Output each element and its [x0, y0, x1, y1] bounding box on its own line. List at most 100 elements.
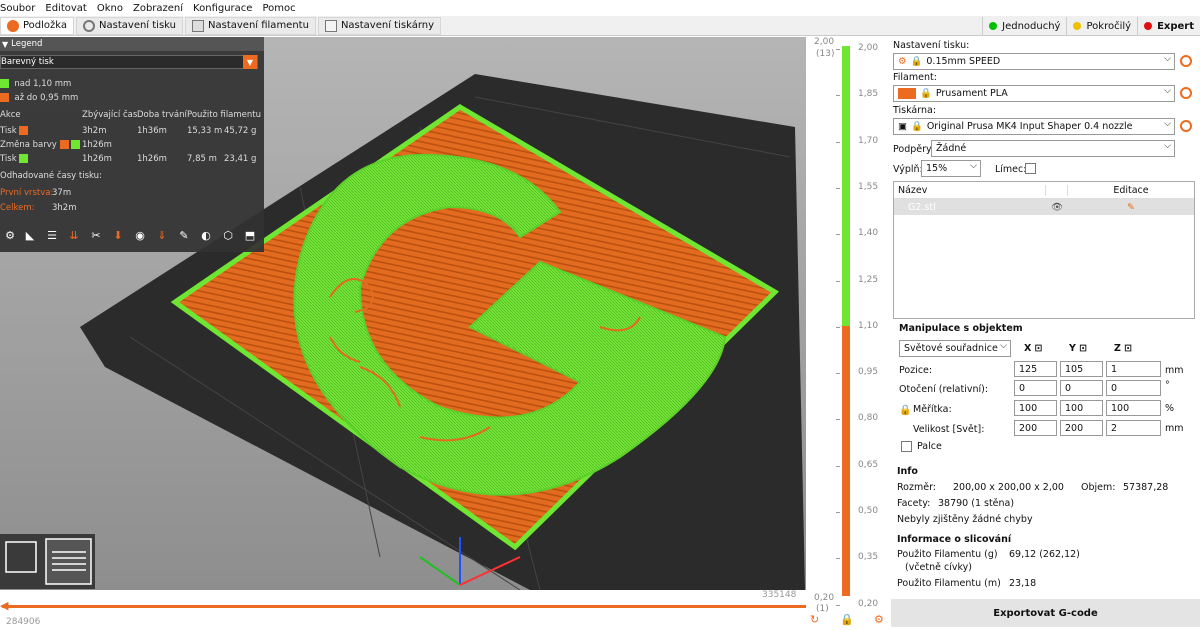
color-swatch — [0, 93, 9, 102]
tick-mark — [836, 280, 840, 282]
axis-z-label: Z ⊡ — [1114, 343, 1133, 354]
supports-select[interactable]: Žádné ⌵ — [931, 140, 1175, 157]
scale-y[interactable]: 100 — [1060, 400, 1103, 416]
tick-label: 1,25 — [858, 274, 879, 285]
tick-label: 1,70 — [858, 135, 879, 146]
size-label: Velikost [Svět]: — [913, 424, 985, 435]
infill-label: Výplň: — [893, 164, 923, 175]
col-remaining: Zbývající čas — [82, 110, 138, 120]
mode-expert[interactable]: Expert — [1137, 17, 1200, 35]
mode-dot — [989, 22, 998, 30]
plater-icon — [7, 19, 19, 32]
position-label: Pozice: — [899, 365, 933, 376]
rotation-y[interactable]: 0 — [1060, 380, 1103, 396]
export-gcode-button[interactable]: Exportovat G-code — [891, 599, 1200, 627]
scale-x[interactable]: 100 — [1014, 400, 1057, 416]
coord-system-select[interactable]: Světové souřadnice ⌵ — [899, 340, 1011, 357]
position-y[interactable]: 105 — [1060, 361, 1103, 377]
legend-header[interactable]: ▼ Legend — [0, 37, 264, 51]
position-z[interactable]: 1 — [1106, 361, 1161, 377]
chevron-down-icon: ⌵ — [1164, 119, 1171, 129]
refresh-icon[interactable]: ↻ — [810, 613, 819, 626]
first-layer-value: 37m — [52, 188, 72, 198]
brim-checkbox[interactable] — [1025, 163, 1036, 174]
vertical-slider[interactable]: 2,00 (13) 0,20 (1) 2,00 1,85 1,70 1,55 1,40 1… — [806, 37, 891, 630]
mode-advanced[interactable]: Pokročilý — [1066, 17, 1137, 35]
print-settings-label: Nastavení tisku: — [893, 40, 970, 51]
color-swatch — [0, 79, 9, 88]
print-settings-select[interactable]: ⚙ 🔒 0.15mm SPEED ⌵ — [893, 53, 1175, 70]
lock-icon[interactable]: 🔒 — [840, 613, 854, 626]
print-settings-gear-icon[interactable] — [1180, 55, 1192, 67]
tick-label: 0,80 — [858, 413, 879, 424]
color-change-icon[interactable]: ◉ — [132, 227, 148, 243]
object-row[interactable]: G2.stl 👁 ✎ — [894, 199, 1194, 215]
spool-icon — [192, 19, 204, 32]
tab-printer-settings[interactable]: Nastavení tiskárny — [317, 16, 442, 35]
gear-icon[interactable]: ⚙ — [874, 613, 884, 626]
eye-icon[interactable]: 👁 — [1046, 202, 1068, 213]
tick-label: 1,55 — [858, 181, 879, 192]
wipe-icon[interactable]: ◣ — [22, 227, 38, 243]
unit-deg: ° — [1165, 380, 1170, 391]
tool-marker-icon[interactable]: ⬒ — [242, 227, 258, 243]
top-value: 2,00 — [814, 37, 835, 47]
tab-print-settings[interactable]: Nastavení tisku — [76, 16, 183, 35]
tick-mark — [836, 187, 840, 189]
size-y[interactable]: 200 — [1060, 420, 1103, 436]
tab-label: Nastavení tisku — [99, 20, 176, 31]
horizontal-slider[interactable]: ◀ 284906 335148 — [0, 590, 806, 630]
inches-checkbox[interactable] — [901, 441, 912, 452]
center-of-gravity-icon[interactable]: ◐ — [198, 227, 214, 243]
chevron-down-icon: ⌵ — [1164, 86, 1171, 96]
tab-plater[interactable]: Podložka — [0, 16, 75, 35]
deretract-icon[interactable]: ⇊ — [66, 227, 82, 243]
rotation-z[interactable]: 0 — [1106, 380, 1161, 396]
printer-select[interactable]: ▣ 🔒 Original Prusa MK4 Input Shaper 0.4 … — [893, 118, 1175, 135]
mode-simple[interactable]: Jednoduchý — [982, 17, 1066, 35]
volume-value: 57387,28 — [1123, 482, 1169, 493]
size-z[interactable]: 2 — [1106, 420, 1161, 436]
menu-view[interactable]: Zobrazení — [133, 3, 189, 14]
chevron-down-icon: ⌵ — [1164, 141, 1171, 151]
layers-view-icon[interactable] — [45, 538, 92, 585]
tab-filament-settings[interactable]: Nastavení filamentu — [185, 16, 316, 35]
menu-window[interactable]: Okno — [97, 3, 129, 14]
view-type-select[interactable]: Barevný tisk ▼ — [0, 55, 258, 69]
brim-label: Límec: — [995, 164, 1027, 175]
menu-file[interactable]: Soubor — [0, 3, 41, 14]
menu-help[interactable]: Pomoc — [262, 3, 301, 14]
travel-icon[interactable]: ⚙ — [2, 227, 18, 243]
edit-icon[interactable]: ✎ — [1068, 202, 1194, 213]
retract-icon[interactable]: ☰ — [44, 227, 60, 243]
tick-label: 1,85 — [858, 89, 879, 100]
lock-icon: 🔒 — [910, 121, 923, 132]
filament-select[interactable]: 🔒 Prusament PLA ⌵ — [893, 85, 1175, 102]
tick-mark — [836, 141, 840, 143]
printer-icon — [324, 19, 337, 32]
shells-icon[interactable]: ⬡ — [220, 227, 236, 243]
size-x[interactable]: 200 — [1014, 420, 1057, 436]
seams-icon[interactable]: ✂ — [88, 227, 104, 243]
infill-select[interactable]: 15% ⌵ — [921, 160, 981, 177]
filament-m-label: Použito Filamentu (m) — [897, 578, 1001, 589]
axis-y-label: Y ⊡ — [1069, 343, 1088, 354]
lock-icon: 🔒 — [910, 56, 923, 67]
tick-mark — [836, 604, 840, 606]
tool-change-icon[interactable]: ⬇ — [110, 227, 126, 243]
position-x[interactable]: 125 — [1014, 361, 1057, 377]
lock-icon[interactable]: 🔒 — [899, 405, 911, 416]
col-action: Akce — [0, 110, 21, 120]
scale-z[interactable]: 100 — [1106, 400, 1161, 416]
menu-config[interactable]: Konfigurace — [193, 3, 258, 14]
printer-gear-icon[interactable] — [1180, 120, 1192, 132]
menu-edit[interactable]: Editovat — [45, 3, 92, 14]
pause-icon[interactable]: ⇓ — [154, 227, 170, 243]
tick-label: 0,35 — [858, 552, 879, 563]
custom-gcode-icon[interactable]: ✎ — [176, 227, 192, 243]
axis-x-label: X ⊡ — [1024, 343, 1043, 354]
slider-thumb-left[interactable]: ◀ — [0, 599, 8, 612]
filament-gear-icon[interactable] — [1180, 87, 1192, 99]
rotation-x[interactable]: 0 — [1014, 380, 1057, 396]
total-label: Celkem: — [0, 203, 35, 213]
